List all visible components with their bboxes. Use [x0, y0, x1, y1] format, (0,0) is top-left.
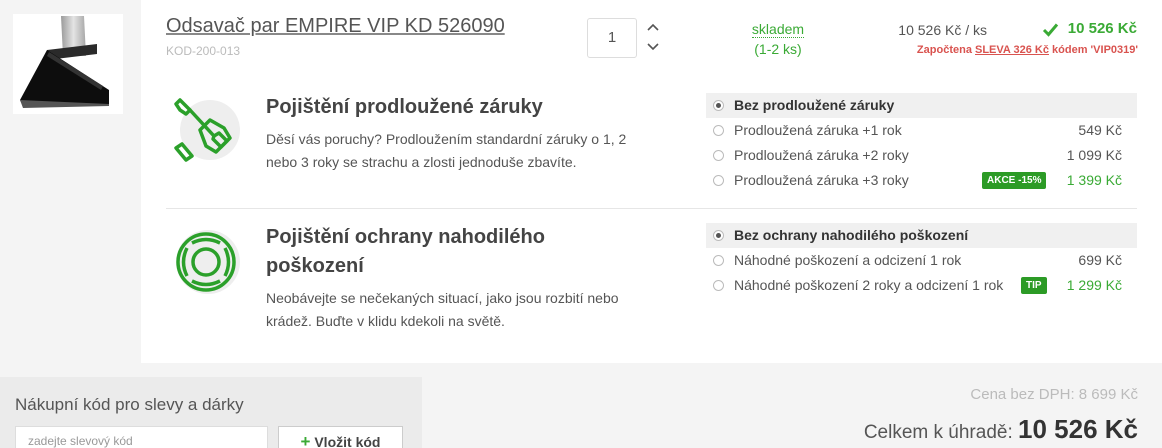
warranty-option-none[interactable]: Bez prodloužené záruky — [706, 93, 1137, 118]
grand-total-value: 10 526 Kč — [1018, 414, 1138, 444]
promo-code-input[interactable] — [15, 426, 268, 448]
option-price: 549 Kč — [1078, 122, 1122, 138]
promo-badge: AKCE -15% — [982, 172, 1047, 189]
warranty-options: Bez prodloužené záruky Prodloužená záruk… — [706, 93, 1137, 193]
price-without-vat: Cena bez DPH: 8 699 Kč — [970, 386, 1138, 403]
option-price: 1 399 Kč — [1066, 172, 1122, 188]
apply-code-label: Vložit kód — [314, 434, 381, 448]
radio-button[interactable] — [713, 230, 724, 241]
grand-total-label: Celkem k úhradě: — [863, 422, 1013, 443]
promo-code-panel: Nákupní kód pro slevy a dárky + Vložit k… — [0, 377, 422, 448]
grand-total: Celkem k úhradě: 10 526 Kč — [864, 414, 1138, 445]
option-label: Prodloužená záruka +2 roky — [734, 147, 909, 163]
discount-prefix: Započtena — [916, 44, 972, 56]
quantity-input[interactable]: 1 — [587, 18, 637, 58]
apply-code-button[interactable]: + Vložit kód — [278, 426, 403, 448]
quantity-increase-button[interactable] — [645, 20, 661, 36]
warranty-desc-line1: Děsí vás poruchy? Prodloužením standardn… — [266, 131, 627, 147]
damage-desc-line1: Neobávejte se nečekaných situací, jako j… — [266, 290, 619, 306]
wrench-hand-icon — [170, 92, 242, 164]
damage-option-2-years[interactable]: Náhodné poškození 2 roky a odcizení 1 ro… — [706, 273, 1137, 298]
warranty-option-1-year[interactable]: Prodloužená záruka +1 rok 549 Kč — [706, 118, 1137, 143]
option-label: Bez ochrany nahodilého poškození — [734, 227, 969, 243]
radio-button[interactable] — [713, 100, 724, 111]
damage-description: Neobávejte se nečekaných situací, jako j… — [266, 287, 619, 333]
product-image[interactable] — [13, 14, 123, 114]
warranty-title: Pojištění prodloužené záruky — [266, 96, 543, 118]
damage-title: Pojištění ochrany nahodilého poškození — [266, 223, 545, 281]
lifebuoy-icon — [170, 224, 242, 296]
promo-title: Nákupní kód pro slevy a dárky — [15, 395, 244, 414]
option-label: Prodloužená záruka +1 rok — [734, 122, 902, 138]
radio-button[interactable] — [713, 125, 724, 136]
option-price: 1 299 Kč — [1066, 277, 1122, 293]
product-name-link[interactable]: Odsavač par EMPIRE VIP KD 526090 — [166, 15, 505, 38]
chevron-up-icon — [647, 23, 659, 31]
option-price: 1 099 Kč — [1066, 147, 1122, 163]
option-label: Bez prodloužené záruky — [734, 97, 895, 113]
warranty-description: Děsí vás poruchy? Prodloužením standardn… — [266, 128, 626, 174]
stock-status: skladem (1-2 ks) — [740, 19, 816, 59]
quantity-decrease-button[interactable] — [645, 39, 661, 55]
radio-button[interactable] — [713, 175, 724, 186]
discount-note: Započtena SLEVA 326 Kč kódem 'VIP0319' — [917, 44, 1138, 56]
product-image-column — [0, 0, 141, 363]
radio-button[interactable] — [713, 255, 724, 266]
check-icon — [1042, 23, 1059, 37]
damage-option-1-year[interactable]: Náhodné poškození a odcizení 1 rok 699 K… — [706, 248, 1137, 273]
chevron-down-icon — [647, 43, 659, 51]
damage-title-line2: poškození — [266, 255, 364, 277]
option-label: Náhodné poškození 2 roky a odcizení 1 ro… — [734, 277, 1004, 293]
radio-button[interactable] — [713, 150, 724, 161]
damage-option-none[interactable]: Bez ochrany nahodilého poškození — [706, 223, 1137, 248]
section-divider — [166, 208, 1137, 209]
tip-badge: TIP — [1021, 277, 1047, 294]
discount-link[interactable]: SLEVA 326 Kč — [975, 44, 1049, 56]
warranty-option-2-years[interactable]: Prodloužená záruka +2 roky 1 099 Kč — [706, 143, 1137, 168]
option-label: Náhodné poškození a odcizení 1 rok — [734, 252, 962, 268]
option-price: 699 Kč — [1078, 252, 1122, 268]
warranty-option-3-years[interactable]: Prodloužená záruka +3 roky AKCE -15% 1 3… — [706, 168, 1137, 193]
option-label: Prodloužená záruka +3 roky — [734, 172, 909, 188]
cart-item-row: Odsavač par EMPIRE VIP KD 526090 KOD-200… — [0, 0, 1162, 363]
radio-button[interactable] — [713, 280, 724, 291]
product-code: KOD-200-013 — [166, 44, 241, 58]
item-total-value: 10 526 Kč — [1067, 20, 1137, 37]
warranty-desc-line2: nebo 3 roky se strachu a zlosti jednoduš… — [266, 154, 577, 170]
stock-count: (1-2 ks) — [754, 41, 802, 57]
discount-suffix: kódem 'VIP0319' — [1052, 44, 1138, 56]
damage-options: Bez ochrany nahodilého poškození Náhodné… — [706, 223, 1137, 298]
damage-desc-line2: krádež. Buďte v klidu kdekoli na světě. — [266, 313, 505, 329]
item-total-price: 10 526 Kč — [1040, 20, 1137, 37]
range-hood-product-image — [20, 16, 109, 108]
plus-icon: + — [300, 432, 311, 448]
damage-title-line1: Pojištění ochrany nahodilého — [266, 226, 545, 248]
unit-price: 10 526 Kč / ks — [898, 22, 987, 38]
stock-label[interactable]: skladem — [751, 21, 805, 38]
